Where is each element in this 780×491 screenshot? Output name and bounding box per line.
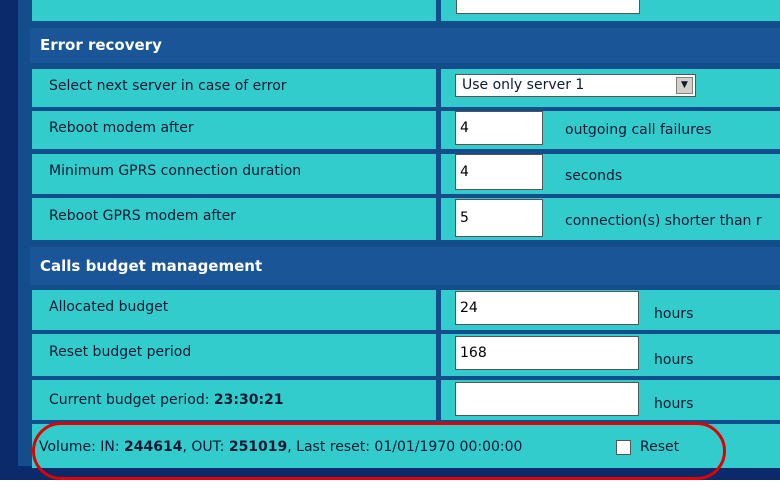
select-server-dropdown[interactable]: Use only server 1 ▼: [455, 74, 696, 97]
reboot-gprs-input[interactable]: [455, 199, 543, 237]
allocated-budget-label: Allocated budget: [49, 299, 169, 315]
row-label-cell: Reboot GPRS modem after: [32, 198, 436, 240]
min-gprs-unit: seconds: [565, 168, 623, 184]
reboot-modem-unit: outgoing call failures: [565, 122, 712, 138]
reboot-modem-label: Reboot modem after: [49, 120, 194, 136]
reset-budget-period-label: Reset budget period: [49, 344, 192, 360]
row-label-cell: Current budget period: 23:30:21: [32, 380, 436, 420]
section-title: Calls budget management: [40, 257, 263, 275]
min-gprs-label: Minimum GPRS connection duration: [49, 163, 302, 179]
allocated-budget-unit: hours: [654, 306, 694, 322]
current-budget-period-value: 23:30:21: [213, 392, 284, 408]
reboot-gprs-label: Reboot GPRS modem after: [49, 208, 236, 224]
row-label-cell: Select next server in case of error: [32, 69, 436, 107]
allocated-budget-input[interactable]: [455, 291, 639, 325]
select-server-label: Select next server in case of error: [49, 78, 287, 94]
chevron-down-icon[interactable]: ▼: [676, 77, 693, 94]
current-budget-period-unit: hours: [654, 396, 694, 412]
row-label-cell: Reboot modem after: [32, 111, 436, 149]
current-budget-period-text: Current budget period:: [49, 392, 210, 408]
current-budget-period-input[interactable]: [455, 382, 639, 416]
reset-budget-period-unit: hours: [654, 352, 694, 368]
partial-row-input[interactable]: [456, 0, 640, 14]
section-header-error-recovery: Error recovery: [30, 28, 780, 63]
reboot-gprs-unit: connection(s) shorter than r: [565, 213, 762, 229]
section-title: Error recovery: [40, 36, 162, 54]
current-budget-period-label: Current budget period: 23:30:21: [49, 392, 284, 408]
reset-budget-period-input[interactable]: [455, 336, 639, 370]
row-label-cell: Minimum GPRS connection duration: [32, 154, 436, 194]
select-server-value: Use only server 1: [462, 77, 585, 93]
partial-row-label: [32, 0, 436, 21]
reboot-modem-input[interactable]: [455, 111, 543, 145]
highlight-oval: [32, 422, 726, 480]
row-label-cell: Reset budget period: [32, 334, 436, 376]
section-header-calls-budget: Calls budget management: [30, 247, 780, 285]
min-gprs-input[interactable]: [455, 154, 543, 190]
row-label-cell: Allocated budget: [32, 290, 436, 330]
